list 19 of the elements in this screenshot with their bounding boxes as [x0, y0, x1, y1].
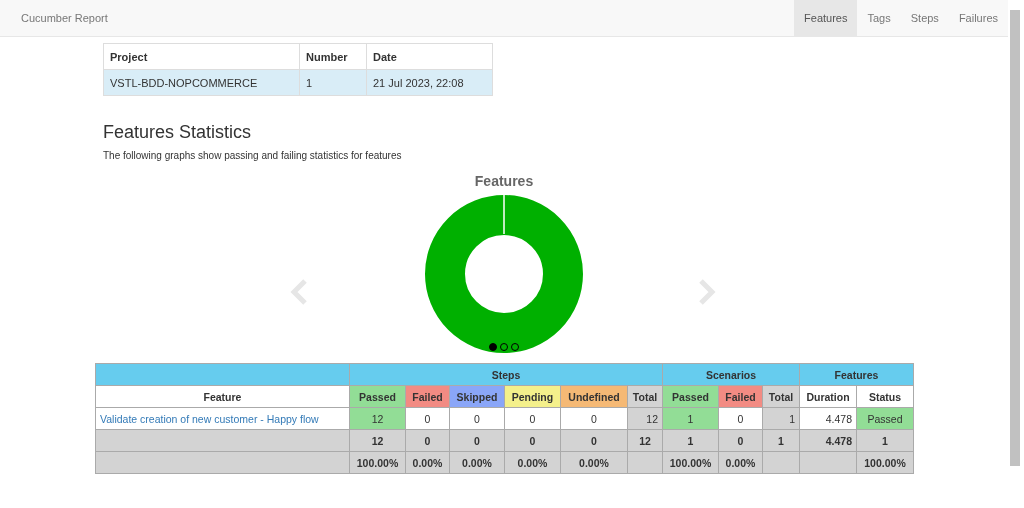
nav-tab[interactable]: Features [794, 0, 858, 36]
column-header: Number [299, 43, 367, 70]
column-header: Date [366, 43, 493, 70]
chart-title: Features [474, 173, 534, 189]
group-header: Steps [349, 363, 663, 386]
column-header: Project [103, 43, 300, 70]
carousel-indicator[interactable] [489, 343, 497, 351]
nav-tab[interactable]: Failures [948, 0, 1008, 36]
nav-tab[interactable]: Steps [900, 0, 949, 36]
table-cell: VSTL-BDD-NOPCOMMERCE [103, 69, 300, 96]
group-header: Scenarios [662, 363, 800, 386]
table-cell: 21 Jul 2023, 22:08 [366, 69, 493, 96]
column-header: Feature [95, 385, 350, 408]
scrollbar[interactable] [1010, 10, 1020, 466]
brand-title[interactable]: Cucumber Report [0, 0, 108, 36]
section-description: The following graphs show passing and failing statistics for features [103, 150, 403, 161]
group-header: Features [799, 363, 914, 386]
section-heading: Features Statistics [103, 122, 253, 143]
nav-tab[interactable]: Tags [857, 0, 901, 36]
